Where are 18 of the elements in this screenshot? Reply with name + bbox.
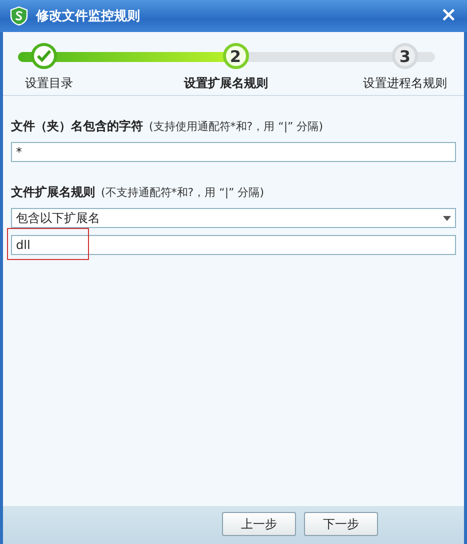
step-label: 设置进程名规则 xyxy=(363,75,447,92)
field-label: 文件扩展名规则 xyxy=(11,184,95,201)
step-button[interactable]: 上一步 xyxy=(222,512,296,536)
name-pattern-field[interactable]: * xyxy=(11,142,456,162)
field-label: 文件（夹）名包含的字符 xyxy=(11,118,143,135)
shield-logo-icon xyxy=(10,6,28,26)
step-label: 设置目录 xyxy=(25,75,73,92)
step-number: 3 xyxy=(392,43,418,69)
step-number: 2 xyxy=(222,43,248,69)
field-hint: (支持使用通配符*和?，用 “|” 分隔) xyxy=(149,119,324,134)
window-title: 修改文件监控规则 xyxy=(36,8,141,25)
step-button[interactable]: 下一步 xyxy=(304,512,378,536)
field-hint: (不支持通配符*和?，用 “|” 分隔) xyxy=(101,185,264,200)
extension-field[interactable]: dll xyxy=(11,235,456,255)
step-label: 设置扩展名规则 xyxy=(184,75,268,92)
mode-dropdown[interactable]: 包含以下扩展名 xyxy=(11,208,456,228)
close-button[interactable]: × xyxy=(440,4,457,24)
dropdown-arrow-icon xyxy=(443,216,451,220)
